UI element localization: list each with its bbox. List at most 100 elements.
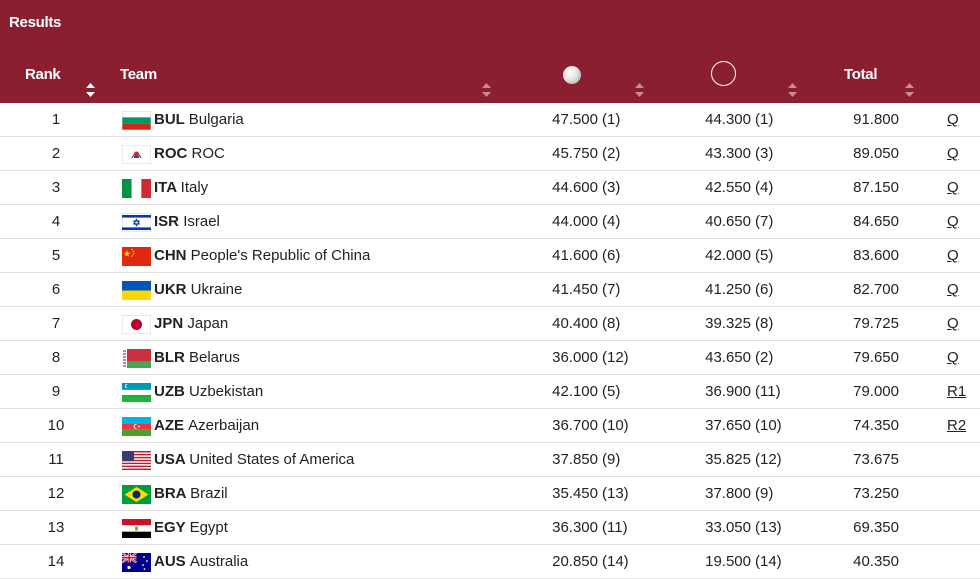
ball-score: 36.300 xyxy=(552,519,598,536)
ball-rank: (6) xyxy=(602,247,621,264)
hoop-score: 43.300 xyxy=(705,145,751,162)
total-score: 79.000 xyxy=(853,383,899,400)
total-score: 82.700 xyxy=(853,281,899,298)
table-row: 2 ROC ROC 45.750 (2) 43.300 (3) 89.050 Q xyxy=(0,137,980,171)
qualification-link[interactable]: Q xyxy=(947,273,959,307)
rank-cell: 7 xyxy=(51,315,61,332)
team-name: People's Republic of China xyxy=(190,247,371,264)
total-score: 69.350 xyxy=(853,519,899,536)
ball-score: 37.850 xyxy=(552,451,598,468)
team-cell: AZE Azerbaijan xyxy=(154,409,259,443)
rank-cell: 4 xyxy=(51,213,61,230)
table-row: 8 BLR Belarus 36.000 (12) 43.650 (2) 79.650 Q xyxy=(0,341,980,375)
rank-cell: 14 xyxy=(47,553,65,570)
qualification-link[interactable]: Q xyxy=(947,205,959,239)
qualification-link[interactable]: R1 xyxy=(947,375,966,409)
ball-rank: (13) xyxy=(602,485,629,502)
rank-cell: 11 xyxy=(48,451,64,468)
qualification-link[interactable]: Q xyxy=(947,341,959,375)
rank-column-header[interactable]: Rank xyxy=(25,66,61,83)
team-code: ITA xyxy=(154,179,177,196)
flag-icon xyxy=(122,111,151,130)
team-name: United States of America xyxy=(189,451,355,468)
qualification-link[interactable]: Q xyxy=(947,307,959,341)
flag-icon xyxy=(122,213,151,232)
hoop-rank: (13) xyxy=(755,519,782,536)
team-cell: ISR Israel xyxy=(154,205,220,239)
total-sort-icon[interactable] xyxy=(904,82,915,98)
team-cell: BUL Bulgaria xyxy=(154,103,244,137)
hoop-rank: (1) xyxy=(755,111,774,128)
ball-rank: (14) xyxy=(602,553,629,570)
ball-score: 36.700 xyxy=(552,417,598,434)
rank-cell: 2 xyxy=(51,145,61,162)
ball-score: 44.000 xyxy=(552,213,598,230)
ball-rank: (1) xyxy=(602,111,621,128)
hoop-score: 36.900 xyxy=(705,383,751,400)
team-cell: UKR Ukraine xyxy=(154,273,242,307)
qualification-link[interactable]: Q xyxy=(947,239,959,273)
hoop-score: 37.800 xyxy=(705,485,751,502)
ball-sort-icon[interactable] xyxy=(634,82,645,98)
team-name: Israel xyxy=(183,213,220,230)
ball-rank: (8) xyxy=(602,315,621,332)
table-row: 5 CHN People's Republic of China 41.600 (6)… xyxy=(0,239,980,273)
ball-rank: (10) xyxy=(602,417,629,434)
qualification-link[interactable]: Q xyxy=(947,171,959,205)
ball-score: 41.600 xyxy=(552,247,598,264)
team-code: ROC xyxy=(154,145,188,162)
team-name: Azerbaijan xyxy=(188,417,260,434)
hoop-score: 19.500 xyxy=(705,553,751,570)
hoop-rank: (6) xyxy=(755,281,774,298)
rank-cell: 13 xyxy=(47,519,65,536)
results-header: Results Rank Team Total xyxy=(0,0,980,103)
total-column-header[interactable]: Total xyxy=(844,66,878,83)
team-name: Egypt xyxy=(189,519,228,536)
team-code: USA xyxy=(154,451,186,468)
team-code: UKR xyxy=(154,281,187,298)
hoop-score: 44.300 xyxy=(705,111,751,128)
ball-rank: (4) xyxy=(602,213,621,230)
team-code: ISR xyxy=(154,213,180,230)
table-row: 4 ISR Israel 44.000 (4) 40.650 (7) 84.650 Q xyxy=(0,205,980,239)
table-row: 7 JPN Japan 40.400 (8) 39.325 (8) 79.725 Q xyxy=(0,307,980,341)
rank-cell: 1 xyxy=(51,111,61,128)
ball-rank: (7) xyxy=(602,281,621,298)
rank-sort-icon[interactable] xyxy=(85,82,96,98)
hoop-rank: (10) xyxy=(755,417,782,434)
ball-score: 36.000 xyxy=(552,349,598,366)
team-code: BUL xyxy=(154,111,185,128)
qualification-link[interactable]: R2 xyxy=(947,409,966,443)
flag-icon xyxy=(122,383,151,402)
team-column-header[interactable]: Team xyxy=(120,66,157,83)
team-code: UZB xyxy=(154,383,185,400)
total-score: 89.050 xyxy=(853,145,899,162)
total-score: 87.150 xyxy=(853,179,899,196)
team-sort-icon[interactable] xyxy=(481,82,492,98)
qualification-link[interactable]: Q xyxy=(947,103,959,137)
hoop-rank: (7) xyxy=(755,213,774,230)
hoop-score: 42.000 xyxy=(705,247,751,264)
table-row: 3 ITA Italy 44.600 (3) 42.550 (4) 87.150 Q xyxy=(0,171,980,205)
table-row: 10 AZE Azerbaijan 36.700 (10) 37.650 (10) 74.3… xyxy=(0,409,980,443)
hoop-score: 35.825 xyxy=(705,451,751,468)
total-score: 74.350 xyxy=(853,417,899,434)
total-score: 40.350 xyxy=(853,553,899,570)
hoop-score: 41.250 xyxy=(705,281,751,298)
qualification-link[interactable]: Q xyxy=(947,137,959,171)
flag-icon xyxy=(122,179,151,198)
team-code: BRA xyxy=(154,485,186,502)
team-cell: USA United States of America xyxy=(154,443,354,477)
team-name: Belarus xyxy=(189,349,240,366)
team-code: AUS xyxy=(154,553,186,570)
hoop-rank: (5) xyxy=(755,247,774,264)
team-cell: ITA Italy xyxy=(154,171,208,205)
flag-icon xyxy=(122,553,151,572)
hoop-sort-icon[interactable] xyxy=(787,82,798,98)
ball-rank: (5) xyxy=(602,383,621,400)
total-score: 84.650 xyxy=(853,213,899,230)
team-name: Japan xyxy=(187,315,229,332)
hoop-score: 33.050 xyxy=(705,519,751,536)
team-cell: EGY Egypt xyxy=(154,511,228,545)
team-cell: JPN Japan xyxy=(154,307,228,341)
